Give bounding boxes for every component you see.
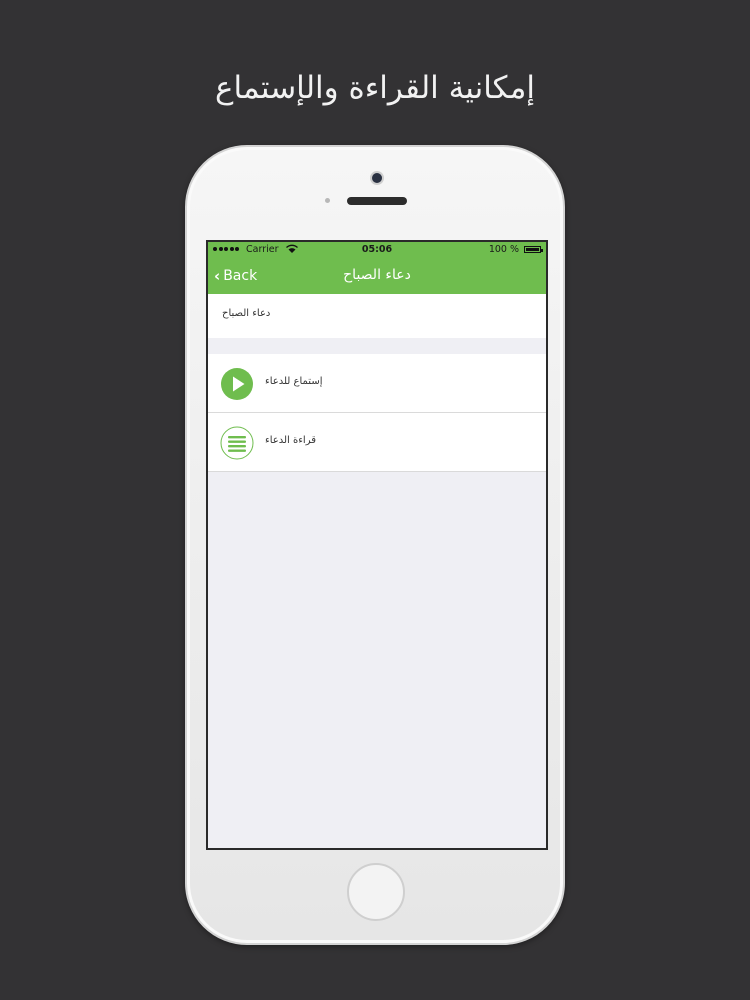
status-bar: Carrier 05:06 100 %	[208, 242, 546, 258]
navigation-bar: ‹ Back دعاء الصباح	[208, 258, 546, 294]
front-camera	[370, 171, 384, 185]
listen-option-row[interactable]: إستماع للدعاء	[208, 354, 546, 413]
phone-mockup: Carrier 05:06 100 % ‹ Back دعاء الصباح د…	[185, 145, 565, 945]
dua-title-cell: دعاء الصباح	[208, 294, 546, 338]
options-list: إستماع للدعاء قراءة الدعاء	[208, 354, 546, 472]
nav-title: دعاء الصباح	[343, 267, 411, 283]
headline: إمكانية القراءة والإستماع	[214, 70, 536, 106]
earpiece-speaker	[347, 197, 407, 205]
listen-option-label: إستماع للدعاء	[265, 376, 323, 387]
read-option-label: قراءة الدعاء	[265, 435, 316, 446]
battery-icon	[524, 246, 543, 253]
read-option-row[interactable]: قراءة الدعاء	[208, 413, 546, 472]
phone-screen: Carrier 05:06 100 % ‹ Back دعاء الصباح د…	[206, 240, 548, 850]
proximity-sensor	[325, 198, 330, 203]
dua-title-label: دعاء الصباح	[222, 308, 271, 319]
home-button[interactable]	[347, 863, 405, 921]
battery-percentage: 100 %	[488, 244, 519, 255]
lines-icon	[220, 426, 254, 460]
play-icon	[221, 368, 253, 400]
